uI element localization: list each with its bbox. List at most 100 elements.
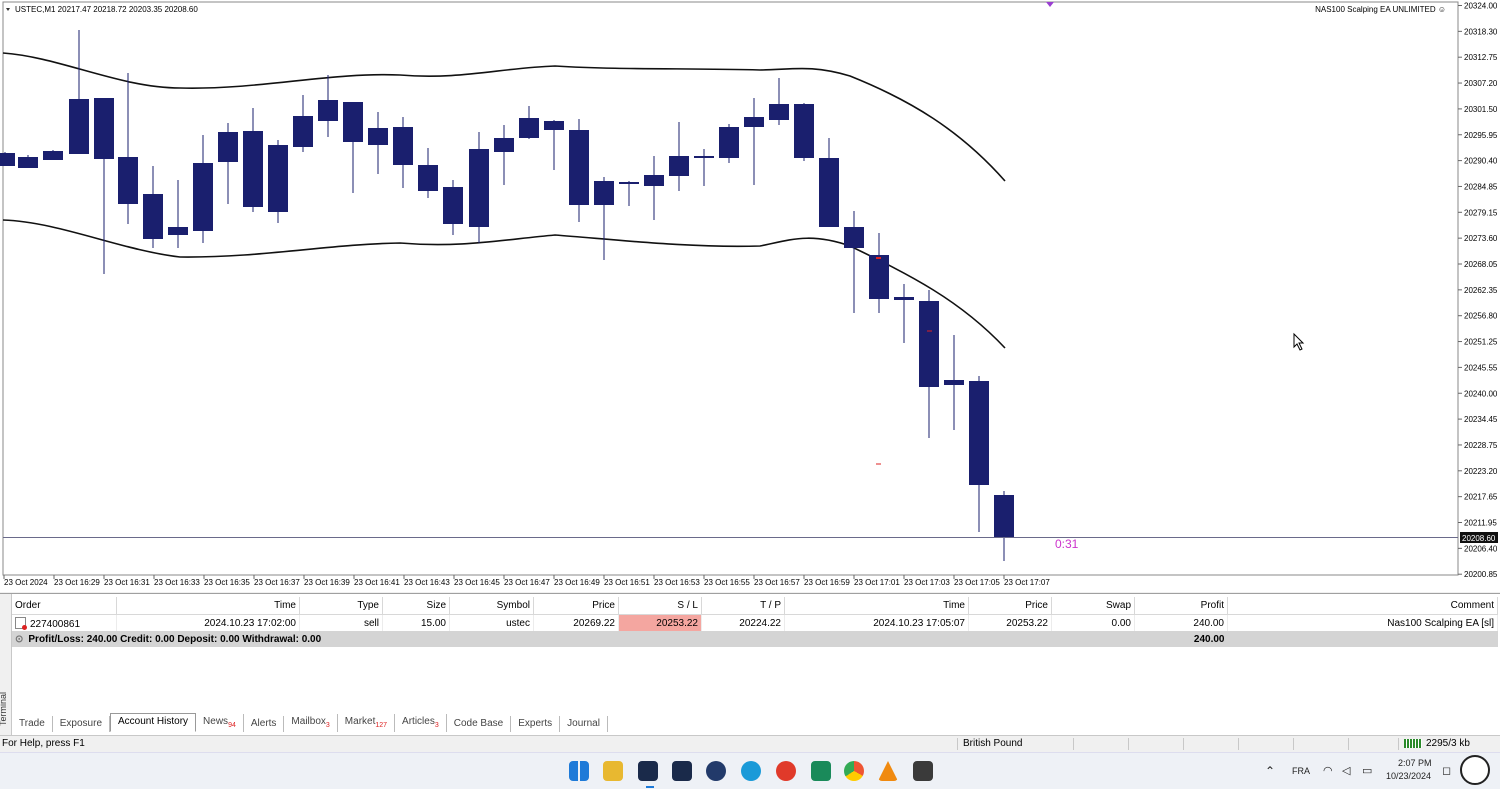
time-tick-label: 23 Oct 17:07 xyxy=(1004,578,1050,587)
candle-body xyxy=(894,297,914,300)
chart-app-icon[interactable] xyxy=(811,761,831,781)
candle-body xyxy=(644,175,664,186)
order-cell: 227400861 xyxy=(12,614,117,631)
start-icon[interactable] xyxy=(569,761,589,781)
summary-text: Profit/Loss: 240.00 Credit: 0.00 Deposit… xyxy=(28,633,322,645)
price-tick-label: 20312.75 xyxy=(1464,53,1498,62)
col-time[interactable]: Time xyxy=(116,597,300,615)
terminal-label: Terminal xyxy=(0,691,9,727)
tab-experts[interactable]: Experts xyxy=(511,716,561,732)
clock-date[interactable]: 10/23/2024 xyxy=(1386,771,1431,781)
tab-market[interactable]: Market127 xyxy=(338,714,396,732)
chart-window[interactable]: 20208.60 20324.00 20318.30 20312.75 20307.2… xyxy=(0,0,1500,592)
time-cell: 2024.10.23 17:02:00 xyxy=(116,614,300,631)
clock-time[interactable]: 2:07 PM xyxy=(1398,758,1432,768)
price-chart[interactable]: 20208.60 20324.00 20318.30 20312.75 20307.2… xyxy=(0,0,1500,592)
connection-icon xyxy=(1404,739,1422,748)
time-tick-label: 23 Oct 16:45 xyxy=(454,578,500,587)
candle-body xyxy=(343,102,363,142)
edge-icon[interactable] xyxy=(741,761,761,781)
candle-body xyxy=(418,165,438,191)
col-symbol[interactable]: Symbol xyxy=(449,597,534,615)
time-tick-label: 23 Oct 16:51 xyxy=(604,578,650,587)
tab-label: Trade xyxy=(19,718,45,729)
history-table[interactable]: Order Time Type Size Symbol Price S / L … xyxy=(12,597,1498,647)
candle-body xyxy=(118,157,138,204)
close-price-cell: 20253.22 xyxy=(968,614,1052,631)
metatrader-icon[interactable] xyxy=(638,761,658,781)
chart-header: USTEC,M1 20217.47 20218.72 20203.35 2020… xyxy=(15,5,198,14)
terminal-side-bar[interactable]: Terminal xyxy=(0,594,12,735)
table-row[interactable]: 227400861 2024.10.23 17:02:00 sell 15.00… xyxy=(12,614,1498,631)
candle-body xyxy=(619,182,639,184)
candle-body xyxy=(368,128,388,145)
file-explorer-icon[interactable] xyxy=(603,761,623,781)
time-tick-label: 23 Oct 17:01 xyxy=(854,578,900,587)
summary-row: ⊙ Profit/Loss: 240.00 Credit: 0.00 Deposi… xyxy=(12,631,1498,647)
col-type[interactable]: Type xyxy=(299,597,383,615)
candle-body xyxy=(669,156,689,176)
candle-body xyxy=(43,151,63,160)
tab-label: Experts xyxy=(518,718,553,729)
terminal-tabs: Trade Exposure Account History News94 Alerts… xyxy=(12,712,608,732)
price-tick-label: 20223.20 xyxy=(1464,467,1498,476)
candle-body xyxy=(69,99,89,154)
language-indicator[interactable]: FRA xyxy=(1292,766,1310,776)
col-sl[interactable]: S / L xyxy=(618,597,702,615)
col-size[interactable]: Size xyxy=(382,597,450,615)
price-tick-label: 20217.65 xyxy=(1464,493,1498,502)
col-tp[interactable]: T / P xyxy=(701,597,785,615)
col-profit[interactable]: Profit xyxy=(1134,597,1228,615)
notification-icon[interactable]: ◻ xyxy=(1442,764,1451,777)
chart-menu-icon[interactable] xyxy=(6,8,10,11)
terminal-panel[interactable]: Terminal Order Time Type Size Symbol Pri… xyxy=(0,593,1500,735)
time-tick-label: 23 Oct 16:59 xyxy=(804,578,850,587)
mouse-cursor-icon xyxy=(1293,332,1305,351)
wifi-icon[interactable]: ◠ xyxy=(1323,764,1333,777)
time-tick-label: 23 Oct 16:31 xyxy=(104,578,150,587)
chevron-up-icon[interactable]: ⌃ xyxy=(1265,764,1275,778)
candle-body xyxy=(393,127,413,165)
candle-body xyxy=(143,194,163,239)
price-tick-label: 20228.75 xyxy=(1464,441,1498,450)
tab-label: Market xyxy=(344,716,376,727)
price-axis: 20324.00 20318.30 20312.75 20307.20 20301.50… xyxy=(1458,2,1498,579)
tab-account-history[interactable]: Account History xyxy=(110,713,197,732)
col-price[interactable]: Price xyxy=(533,597,619,615)
col-close-time[interactable]: Time xyxy=(784,597,969,615)
magnifier-icon[interactable] xyxy=(1460,755,1490,785)
tab-mailbox[interactable]: Mailbox3 xyxy=(284,714,338,732)
tab-alerts[interactable]: Alerts xyxy=(244,716,285,732)
recorder-icon[interactable] xyxy=(913,761,933,781)
candle-body xyxy=(218,132,238,162)
tab-news[interactable]: News94 xyxy=(196,714,244,732)
col-close-price[interactable]: Price xyxy=(968,597,1052,615)
col-comment[interactable]: Comment xyxy=(1227,597,1498,615)
candle-body xyxy=(0,153,15,166)
profit-cell: 240.00 xyxy=(1134,614,1228,631)
candle-body xyxy=(794,104,814,158)
tab-trade[interactable]: Trade xyxy=(12,716,53,732)
battery-icon[interactable]: ▭ xyxy=(1362,764,1372,777)
tab-badge: 127 xyxy=(375,722,388,729)
app-red-icon[interactable] xyxy=(776,761,796,781)
summary-profit: 240.00 xyxy=(1134,631,1228,647)
metatrader-2-icon[interactable] xyxy=(672,761,692,781)
volume-icon[interactable]: ◁ xyxy=(1342,764,1350,777)
time-tick-label: 23 Oct 16:49 xyxy=(554,578,600,587)
chrome-icon[interactable] xyxy=(844,761,864,781)
vlc-icon[interactable] xyxy=(878,761,898,781)
price-tick-label: 20245.55 xyxy=(1464,363,1498,372)
tab-journal[interactable]: Journal xyxy=(560,716,608,732)
tab-code-base[interactable]: Code Base xyxy=(447,716,512,732)
time-tick-label: 23 Oct 16:39 xyxy=(304,578,350,587)
time-tick-label: 23 Oct 16:53 xyxy=(654,578,700,587)
tab-articles[interactable]: Articles3 xyxy=(395,714,447,732)
app-icon[interactable] xyxy=(706,761,726,781)
tab-exposure[interactable]: Exposure xyxy=(53,716,111,732)
col-swap[interactable]: Swap xyxy=(1051,597,1135,615)
profile-name[interactable]: British Pound xyxy=(963,738,1022,749)
candle-body xyxy=(519,118,539,138)
time-tick-label: 23 Oct 16:41 xyxy=(354,578,400,587)
col-order[interactable]: Order xyxy=(12,597,117,615)
